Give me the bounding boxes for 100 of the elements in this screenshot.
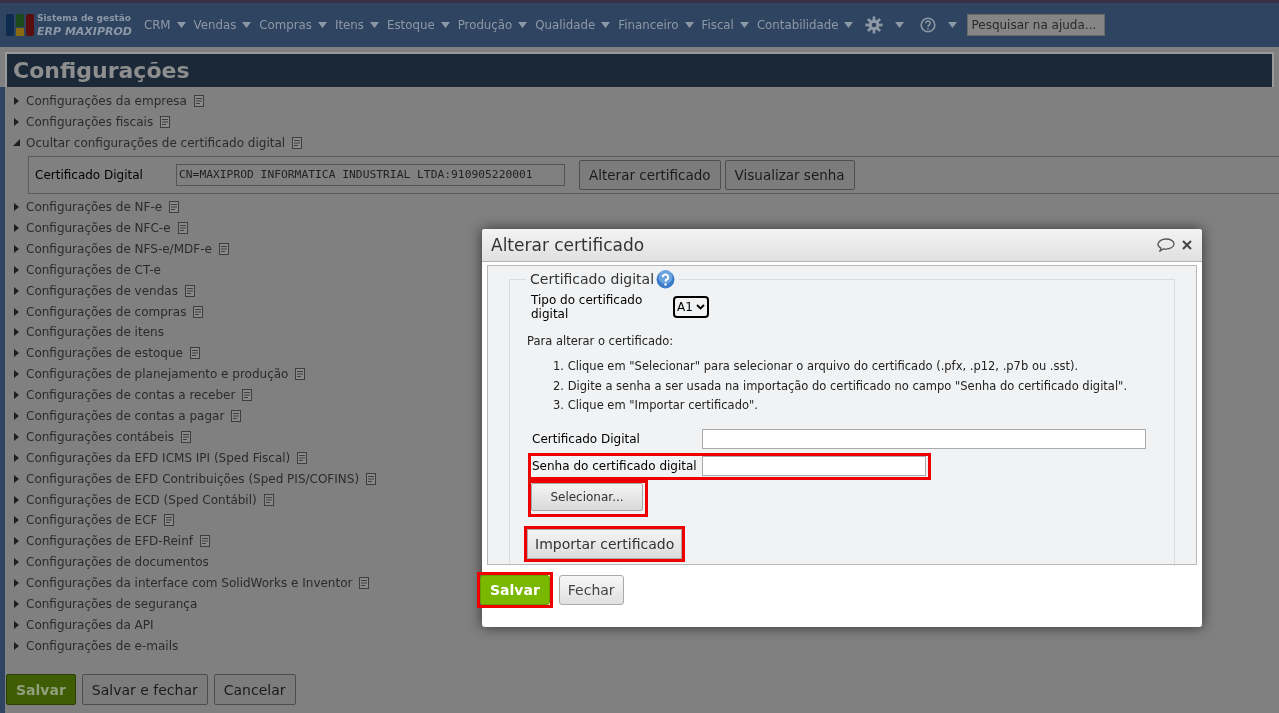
expand-triangle-icon[interactable] xyxy=(13,641,20,650)
expand-triangle-icon[interactable] xyxy=(13,224,20,232)
section-link[interactable]: Configurações de EFD-Reinf xyxy=(26,534,193,549)
certificate-field[interactable]: CN=MAXIPROD INFORMATICA INDUSTRIAL LTDA:910905220001 xyxy=(176,163,565,186)
document-icon[interactable] xyxy=(297,451,308,464)
section-link[interactable]: Ocultar configurações de certificado digital xyxy=(26,136,286,151)
expand-triangle-icon[interactable] xyxy=(13,432,20,441)
expand-triangle-icon[interactable] xyxy=(13,203,20,212)
caret-icon xyxy=(739,22,749,28)
menu-button[interactable]: Vendas xyxy=(189,10,256,40)
expand-triangle-icon[interactable] xyxy=(13,600,20,609)
expand-triangle-icon[interactable] xyxy=(13,453,20,462)
search-field[interactable]: Pesquisar na ajuda... xyxy=(967,14,1106,36)
document-icon[interactable] xyxy=(193,95,204,108)
menu-button[interactable]: Fiscal xyxy=(697,10,753,40)
expand-triangle-icon[interactable] xyxy=(13,495,20,504)
section-link[interactable]: Configurações da interface com SolidWorks e Inventor xyxy=(26,576,353,591)
save-button[interactable]: Salvar xyxy=(6,674,76,706)
document-icon[interactable] xyxy=(189,347,200,360)
expand-triangle-icon[interactable] xyxy=(13,349,20,358)
section-link[interactable]: Configurações de planejamento e produção xyxy=(26,367,289,382)
section-link[interactable]: Configurações de vendas xyxy=(26,283,178,298)
menu-button[interactable]: Itens xyxy=(331,10,383,40)
document-icon[interactable] xyxy=(193,305,204,318)
expand-triangle-icon[interactable] xyxy=(13,307,20,316)
section-link[interactable]: Configurações fiscais xyxy=(26,115,154,130)
menu-button[interactable]: Estoque xyxy=(383,10,454,40)
logo-subtitle: Sistema de gestão xyxy=(37,12,132,25)
input-field[interactable] xyxy=(702,428,1146,449)
section-link[interactable]: Configurações contábeis xyxy=(26,429,174,444)
expand-triangle-icon[interactable] xyxy=(13,118,20,127)
document-icon[interactable] xyxy=(242,389,253,402)
document-icon[interactable] xyxy=(218,242,229,255)
document-icon[interactable] xyxy=(263,493,274,506)
section-link[interactable]: Configurações de NFS-e/MDF-e xyxy=(26,241,212,256)
expand-triangle-icon[interactable] xyxy=(13,244,20,253)
document-icon[interactable] xyxy=(177,222,188,234)
section-link[interactable]: Configurações da empresa xyxy=(26,94,187,109)
expand-triangle-icon[interactable] xyxy=(13,558,20,567)
document-icon[interactable] xyxy=(200,535,210,548)
help-icon[interactable] xyxy=(656,270,676,289)
expand-triangle-icon[interactable] xyxy=(13,370,20,379)
section-link[interactable]: Configurações de ECF xyxy=(26,513,158,528)
menu-button[interactable]: Produção xyxy=(453,10,532,40)
document-icon[interactable] xyxy=(169,201,180,214)
section-link[interactable]: Configurações da API xyxy=(26,617,154,632)
section-link[interactable]: Configurações de estoque xyxy=(26,346,183,361)
menu-button[interactable]: Compras xyxy=(255,10,331,40)
expand-triangle-icon[interactable] xyxy=(13,516,20,525)
instruction-step: 1. Clique em "Selecionar" para selecionar o arquivo do certificado (.pfx, .p12, .p7b ou .sst). xyxy=(553,357,1174,377)
document-icon[interactable] xyxy=(366,472,377,485)
settings-icon xyxy=(865,16,884,34)
section-link[interactable]: Configurações da EFD ICMS IPI (Sped Fiscal) xyxy=(26,450,291,465)
section-link[interactable]: Configurações de EFD Contribuições (Sped PIS/COFINS) xyxy=(26,471,360,486)
expand-triangle-icon[interactable] xyxy=(13,579,20,588)
expand-triangle-icon[interactable] xyxy=(13,391,20,400)
menu-button[interactable]: CRM xyxy=(139,10,190,40)
document-icon[interactable] xyxy=(292,137,303,150)
document-icon[interactable] xyxy=(231,410,242,422)
section-link[interactable]: Configurações de segurança xyxy=(26,597,198,612)
menu-button[interactable]: Contabilidade xyxy=(752,10,858,40)
footer-button[interactable]: Cancelar xyxy=(213,674,296,706)
document-icon[interactable] xyxy=(359,577,370,590)
document-icon[interactable] xyxy=(295,368,306,381)
document-icon[interactable] xyxy=(184,284,195,297)
close-button[interactable]: Fechar xyxy=(558,575,624,605)
section-link[interactable]: Configurações de ECD (Sped Contábil) xyxy=(26,492,257,507)
section-link[interactable]: Configurações de compras xyxy=(26,304,187,319)
menu-button[interactable]: Qualidade xyxy=(531,10,615,40)
expand-triangle-icon[interactable] xyxy=(13,265,20,274)
expand-triangle-icon[interactable] xyxy=(13,286,20,295)
section-link[interactable]: Configurações de contas a pagar xyxy=(26,409,225,423)
document-icon[interactable] xyxy=(181,430,191,443)
action-button[interactable]: Alterar certificado xyxy=(579,159,721,190)
expand-triangle-icon[interactable] xyxy=(13,537,20,546)
action-button[interactable]: Visualizar senha xyxy=(724,159,855,190)
certificate-type-dropdown[interactable]: A1 xyxy=(673,296,709,318)
document-icon[interactable] xyxy=(160,116,171,129)
footer-button[interactable]: Salvar e fechar xyxy=(81,674,208,706)
expand-triangle-icon[interactable] xyxy=(13,620,20,629)
section-link[interactable]: Configurações de itens xyxy=(26,325,164,340)
save-button[interactable]: Salvar xyxy=(480,575,550,605)
expand-triangle-icon[interactable] xyxy=(13,412,20,420)
import-button[interactable]: Importar certificado xyxy=(527,528,683,559)
section-link[interactable]: Configurações de NF-e xyxy=(26,200,163,215)
collapse-triangle-icon[interactable] xyxy=(13,139,20,148)
section-link[interactable]: Configurações de CT-e xyxy=(26,262,161,277)
section-link[interactable]: Configurações de documentos xyxy=(26,555,209,570)
expand-triangle-icon[interactable] xyxy=(13,97,20,106)
expand-triangle-icon[interactable] xyxy=(13,328,20,337)
section-link[interactable]: Configurações de e-mails xyxy=(26,638,179,653)
section-link[interactable]: Configurações de NFC-e xyxy=(26,221,171,235)
close-icon[interactable] xyxy=(1182,240,1192,250)
select-file-button[interactable]: Selecionar... xyxy=(531,482,643,511)
expand-triangle-icon[interactable] xyxy=(13,474,20,483)
section-link[interactable]: Configurações de contas a receber xyxy=(26,388,236,403)
menu-button[interactable]: Financeiro xyxy=(614,10,698,40)
speech-bubble-icon[interactable] xyxy=(1157,238,1175,252)
document-icon[interactable] xyxy=(164,514,175,527)
input-field[interactable] xyxy=(702,455,926,476)
